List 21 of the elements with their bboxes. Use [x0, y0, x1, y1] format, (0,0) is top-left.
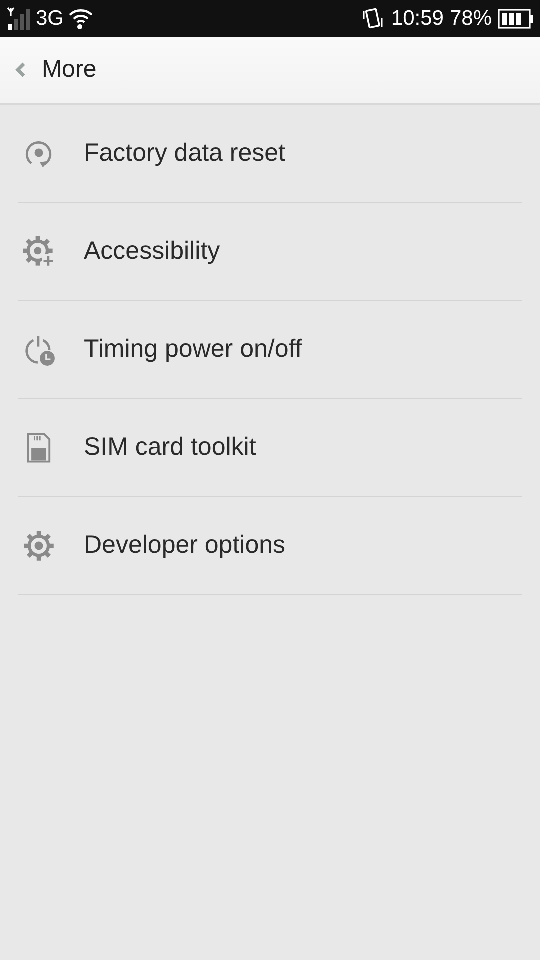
clock-time: 10:59: [391, 6, 444, 30]
settings-item[interactable]: Factory data reset: [18, 105, 522, 203]
battery-icon: [498, 8, 534, 28]
settings-item[interactable]: Developer options: [18, 497, 522, 595]
battery-percent: 78%: [450, 6, 492, 30]
item-label: Factory data reset: [84, 139, 286, 168]
settings-item[interactable]: Accessibility: [18, 203, 522, 301]
gear-plus-icon: [22, 234, 56, 268]
network-type: 3G: [36, 6, 64, 30]
item-label: SIM card toolkit: [84, 433, 256, 462]
gear-icon: [22, 528, 56, 562]
signal-icon: [6, 6, 32, 32]
vibrate-icon: [361, 6, 386, 30]
item-label: Accessibility: [84, 237, 220, 266]
back-icon: [14, 62, 26, 78]
item-label: Developer options: [84, 531, 286, 560]
item-label: Timing power on/off: [84, 335, 302, 364]
back-button[interactable]: More: [0, 37, 103, 103]
settings-item[interactable]: SIM card toolkit: [18, 399, 522, 497]
settings-item[interactable]: Timing power on/off: [18, 301, 522, 399]
wifi-icon: [68, 6, 94, 30]
